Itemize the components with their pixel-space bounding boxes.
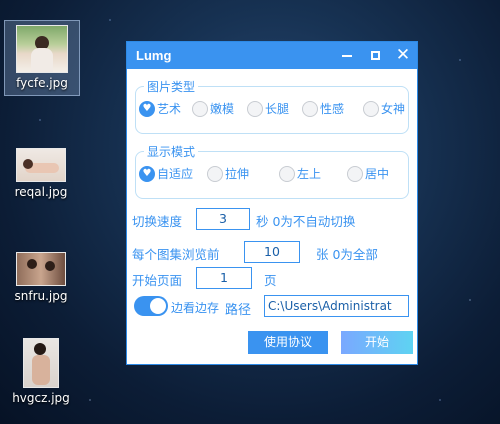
browse-save-toggle[interactable] (134, 296, 168, 316)
desktop-file-fycfe[interactable]: fycfe.jpg (4, 20, 80, 96)
agreement-button[interactable]: 使用协议 (248, 331, 328, 354)
heart-icon: ♥ (142, 102, 152, 114)
title-bar[interactable]: Lumg ✕ (127, 42, 417, 69)
display-mode-group: 显示模式 ♥ 自适应 拉伸 左上 居中 (135, 143, 409, 199)
maximize-icon (370, 51, 380, 60)
minimize-icon (342, 54, 352, 57)
desktop-file-snfru[interactable]: snfru.jpg (4, 248, 78, 303)
display-mode-option-stretch[interactable]: 拉伸 (207, 165, 249, 182)
display-mode-option-center[interactable]: 居中 (347, 165, 389, 182)
option-label: 女神 (381, 102, 406, 116)
desktop-file-label: reqal.jpg (14, 185, 68, 199)
image-type-option-goddess[interactable]: 女神 (363, 100, 405, 117)
radio-icon (279, 165, 295, 182)
desktop-file-label: hvgcz.jpg (12, 391, 70, 405)
switch-speed-hint: 秒 0为不自动切换 (256, 214, 356, 229)
radio-icon (363, 100, 379, 117)
option-label: 拉伸 (225, 167, 250, 181)
display-mode-option-adaptive[interactable]: ♥ 自适应 (139, 165, 193, 182)
radio-icon (247, 100, 263, 117)
display-mode-legend: 显示模式 (147, 145, 196, 159)
image-type-option-art[interactable]: ♥ 艺术 (139, 100, 181, 117)
option-label: 艺术 (157, 102, 182, 116)
start-button[interactable]: 开始 (341, 331, 413, 354)
start-page-label: 开始页面 (132, 273, 183, 288)
radio-selected-icon: ♥ (139, 100, 155, 117)
maximize-button[interactable] (361, 42, 389, 69)
desktop-file-label: snfru.jpg (14, 289, 68, 303)
radio-icon (192, 100, 208, 117)
per-album-input[interactable]: 10 (244, 241, 300, 263)
close-button[interactable]: ✕ (389, 42, 417, 69)
option-label: 长腿 (265, 102, 290, 116)
minimize-button[interactable] (333, 42, 361, 69)
window-title: Lumg (136, 48, 172, 63)
radio-icon (347, 165, 363, 182)
browse-save-label: 边看边存 (171, 301, 220, 315)
start-page-unit: 页 (264, 273, 277, 288)
toggle-knob (150, 298, 166, 314)
option-label: 性感 (320, 102, 345, 116)
app-window: Lumg ✕ 图片类型 ♥ 艺术 嫩模 长腿 性感 女神 显示模式 ♥ 自适应 … (126, 41, 418, 365)
image-thumbnail (16, 148, 66, 182)
path-label: 路径 (225, 303, 252, 318)
option-label: 左上 (297, 167, 322, 181)
radio-icon (302, 100, 318, 117)
image-thumbnail (16, 252, 66, 286)
image-type-group: 图片类型 ♥ 艺术 嫩模 长腿 性感 女神 (135, 78, 409, 134)
option-label: 自适应 (157, 167, 194, 181)
display-mode-option-top-left[interactable]: 左上 (279, 165, 321, 182)
switch-speed-label: 切换速度 (132, 214, 183, 229)
desktop-file-reqal[interactable]: reqal.jpg (4, 144, 78, 199)
radio-selected-icon: ♥ (139, 165, 155, 182)
start-page-input[interactable]: 1 (196, 267, 252, 289)
image-thumbnail (23, 338, 59, 388)
desktop-file-hvgcz[interactable]: hvgcz.jpg (4, 334, 78, 405)
heart-icon: ♥ (142, 167, 152, 179)
desktop-file-label: fycfe.jpg (16, 76, 68, 90)
image-thumbnail (16, 25, 68, 73)
option-label: 嫩模 (210, 102, 235, 116)
image-type-option-sexy[interactable]: 性感 (302, 100, 344, 117)
option-label: 居中 (365, 167, 390, 181)
switch-speed-input[interactable]: 3 (196, 208, 250, 230)
close-icon: ✕ (395, 45, 411, 65)
per-album-hint: 张 0为全部 (316, 247, 378, 262)
image-type-option-model[interactable]: 嫩模 (192, 100, 234, 117)
image-type-option-legs[interactable]: 长腿 (247, 100, 289, 117)
path-input[interactable]: C:\Users\Administrat (264, 295, 409, 317)
image-type-legend: 图片类型 (147, 80, 196, 94)
radio-icon (207, 165, 223, 182)
per-album-label: 每个图集浏览前 (132, 247, 220, 262)
